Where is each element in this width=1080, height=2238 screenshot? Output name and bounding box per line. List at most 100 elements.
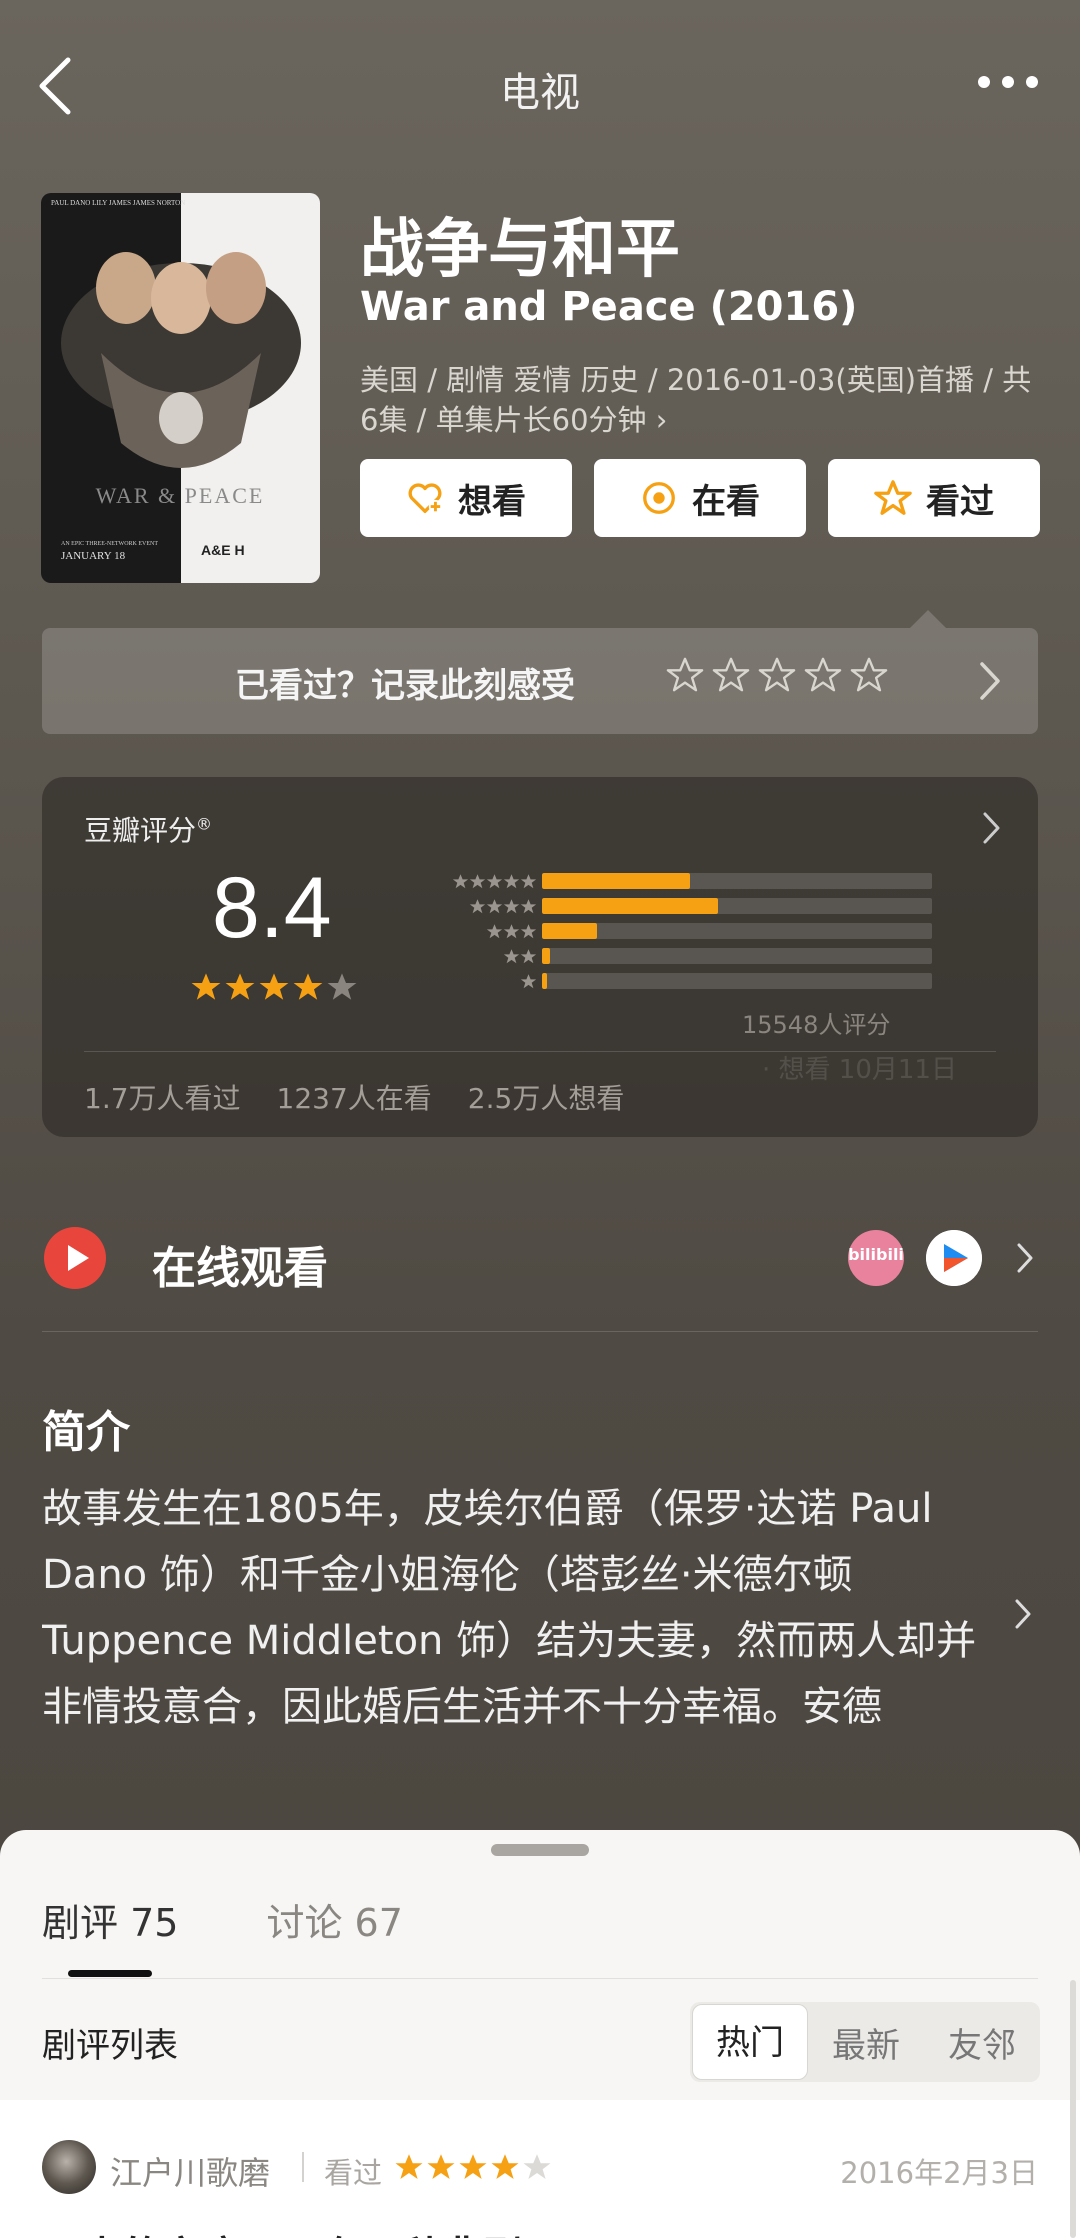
- rating-bar-track: [542, 873, 932, 889]
- star-small-icon: [520, 974, 537, 989]
- chevron-right-icon[interactable]: [1014, 1598, 1032, 1630]
- bilibili-icon[interactable]: bilibili: [848, 1230, 904, 1286]
- sheet-drag-handle[interactable]: [491, 1844, 589, 1856]
- want-button[interactable]: 想看: [360, 459, 572, 537]
- rating-row-5: [387, 869, 537, 894]
- rating-bar-track: [542, 898, 932, 914]
- rating-bar-fill: [542, 973, 547, 989]
- subject-title-cn: 战争与和平: [360, 213, 680, 287]
- star-filled-icon: [293, 973, 323, 1000]
- rating-row-4: [387, 894, 537, 919]
- watching-button[interactable]: 在看: [594, 459, 806, 537]
- divider: [42, 1978, 1038, 1979]
- stat-watching: 1237人在看: [276, 1082, 432, 1115]
- star-small-icon: [486, 924, 503, 939]
- want-label: 想看: [458, 481, 526, 522]
- reviews-sheet: 剧评 75 讨论 67 剧评列表 热门 最新 友邻 江户川歌磨 看过 2016年…: [0, 1830, 1080, 2238]
- star-outline-icon[interactable]: [712, 656, 750, 694]
- star-small-icon: [503, 949, 520, 964]
- star-outline-icon[interactable]: [758, 656, 796, 694]
- stat-want: 2.5万人想看: [467, 1082, 625, 1115]
- divider: [84, 1051, 996, 1052]
- sort-hot[interactable]: 热门: [692, 2004, 808, 2080]
- row-stars: [503, 948, 537, 965]
- star-small-icon: [503, 899, 520, 914]
- star-small-icon: [520, 924, 537, 939]
- rating-bar-fill: [542, 898, 718, 914]
- star-outline-icon: [874, 480, 912, 515]
- scrollbar[interactable]: [1070, 1980, 1076, 2238]
- subject-title-en: War and Peace (2016): [360, 284, 858, 330]
- rating-row-3: [387, 919, 537, 944]
- star-empty-icon: [523, 2154, 551, 2179]
- star-outline-icon[interactable]: [804, 656, 842, 694]
- rating-bar-fill: [542, 948, 550, 964]
- star-small-icon: [520, 874, 537, 889]
- star-filled-icon: [259, 973, 289, 1000]
- rating-bar-track: [542, 923, 932, 939]
- review-stars: [394, 2152, 552, 2182]
- star-small-icon: [503, 924, 520, 939]
- rating-bar-fill: [542, 873, 691, 889]
- star-filled-icon: [225, 973, 255, 1000]
- top-bar: 电视: [0, 0, 1080, 170]
- avatar[interactable]: [42, 2140, 96, 2194]
- rating-row-2: [387, 944, 537, 969]
- rating-stats: 1.7万人看过 1237人在看 2.5万人想看: [84, 1077, 624, 1117]
- review-title[interactable]: 不幸的家庭，只有一种悲剧: [42, 2224, 522, 2238]
- star-small-icon: [469, 899, 486, 914]
- subject-meta[interactable]: 美国 / 剧情 爱情 历史 / 2016-01-03(英国)首播 / 共6集 /…: [360, 360, 1040, 440]
- star-filled-icon: [427, 2154, 455, 2179]
- tab-reviews[interactable]: 剧评 75: [42, 1892, 178, 1947]
- sort-newest[interactable]: 最新: [808, 2018, 924, 2067]
- chevron-right-icon: [980, 662, 1000, 700]
- star-filled-icon: [491, 2154, 519, 2179]
- star-small-icon: [486, 899, 503, 914]
- star-empty-icon: [327, 973, 357, 1000]
- star-small-icon: [503, 874, 520, 889]
- rating-score: 8.4: [212, 860, 332, 956]
- star-small-icon: [452, 874, 469, 889]
- star-small-icon: [469, 874, 486, 889]
- rating-label: 豆瓣评分®: [84, 814, 213, 847]
- online-watch-row[interactable]: 在线观看 bilibili: [42, 1218, 1038, 1318]
- rating-stars: [190, 971, 358, 1003]
- star-filled-icon: [395, 2154, 423, 2179]
- review-author[interactable]: 江户川歌磨: [110, 2148, 270, 2194]
- star-outline-icon[interactable]: [666, 656, 704, 694]
- poster-image[interactable]: PAUL DANO LILY JAMES JAMES NORTON WAR & …: [41, 193, 320, 583]
- more-icon[interactable]: [976, 72, 1040, 92]
- tab-active-indicator: [68, 1970, 152, 1977]
- action-buttons: 想看 在看 看过: [360, 459, 1040, 537]
- youku-icon[interactable]: [926, 1230, 982, 1286]
- review-list-label: 剧评列表: [42, 2026, 178, 2066]
- star-small-icon: [520, 899, 537, 914]
- watched-button[interactable]: 看过: [828, 459, 1040, 537]
- row-stars: [520, 973, 537, 990]
- record-feeling-bar[interactable]: 已看过？记录此刻感受: [42, 628, 1038, 734]
- rating-count: 15548人评分: [742, 1011, 891, 1039]
- poster-top-names: PAUL DANO LILY JAMES JAMES NORTON: [51, 199, 185, 207]
- online-watch-label: 在线观看: [152, 1243, 328, 1294]
- rating-card[interactable]: 豆瓣评分® 8.4 15548人评分 · 想看 10月11日 1.7万人看过 1…: [42, 777, 1038, 1137]
- row-stars: [486, 923, 537, 940]
- heart-plus-icon: [408, 483, 443, 514]
- star-filled-icon: [459, 2154, 487, 2179]
- divider: [42, 1331, 1038, 1332]
- poster-date: JANUARY 18: [61, 550, 126, 562]
- divider: [302, 2152, 304, 2182]
- sort-friends[interactable]: 友邻: [924, 2018, 1040, 2067]
- record-prompt: 已看过？记录此刻感受: [235, 666, 575, 706]
- page-title: 电视: [500, 70, 580, 116]
- tab-discussions[interactable]: 讨论 67: [266, 1892, 402, 1947]
- record-pointer: [910, 610, 946, 628]
- play-icon: [44, 1227, 106, 1289]
- record-star-rating[interactable]: [666, 656, 888, 694]
- poster-tagline: AN EPIC THREE-NETWORK EVENT: [61, 541, 158, 547]
- star-filled-icon: [191, 973, 221, 1000]
- review-date: 2016年2月3日: [840, 2156, 1038, 2190]
- intro-text[interactable]: 故事发生在1805年，皮埃尔伯爵（保罗·达诺 Paul Dano 饰）和千金小姐…: [42, 1476, 982, 1740]
- star-small-icon: [486, 874, 503, 889]
- poster-networks: A&E H: [201, 542, 245, 558]
- star-outline-icon[interactable]: [850, 656, 888, 694]
